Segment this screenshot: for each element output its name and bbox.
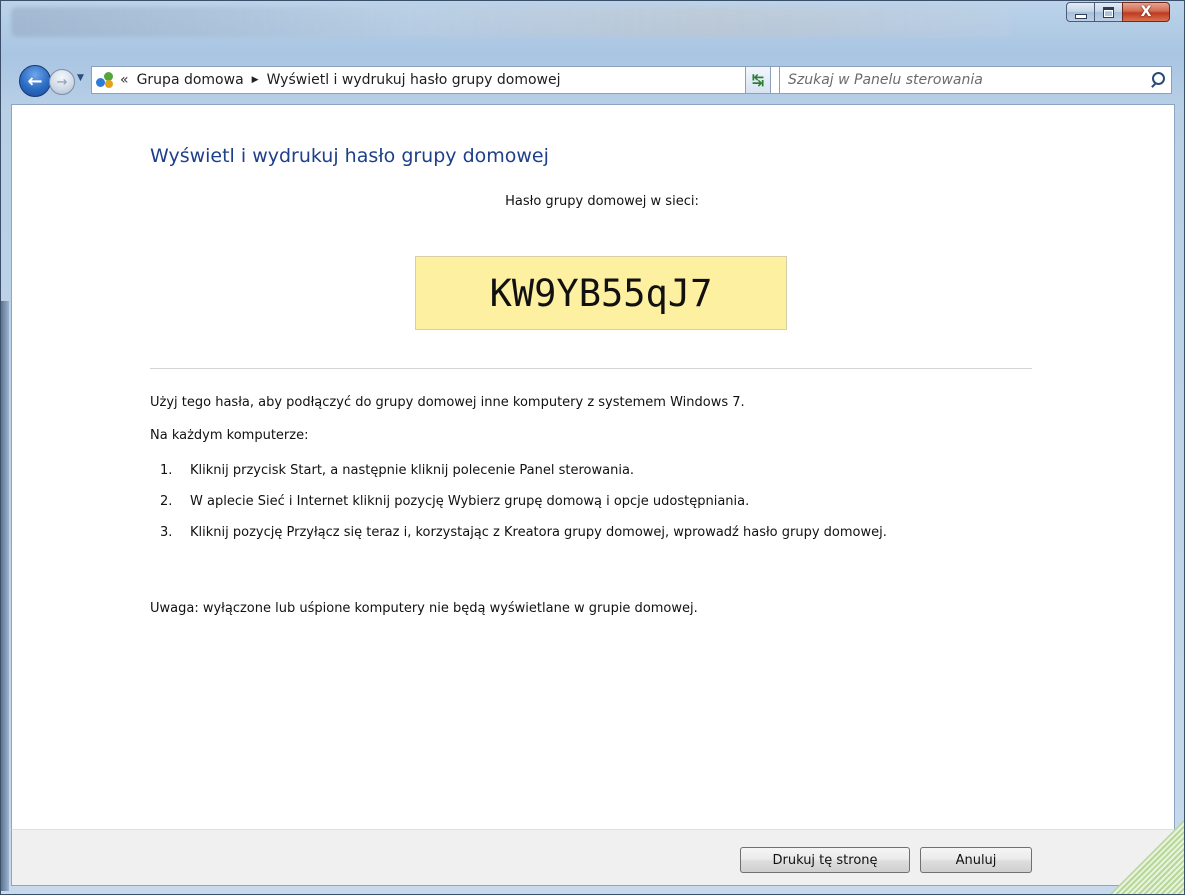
step-text: Kliknij przycisk Start, a następnie klik…	[190, 463, 635, 478]
cancel-button[interactable]: Anuluj	[920, 847, 1032, 873]
list-item: 3. Kliknij pozycję Przyłącz się teraz i,…	[160, 523, 990, 542]
recent-pages-button[interactable]: ▼	[77, 73, 84, 83]
minimize-icon	[1074, 13, 1087, 19]
address-bar[interactable]: « Grupa domowa ▶ Wyświetl i wydrukuj has…	[91, 66, 817, 94]
refresh-button[interactable]: ↹	[745, 66, 771, 94]
breadcrumb-separator-icon[interactable]: ▶	[252, 75, 259, 85]
step-number: 2.	[160, 494, 173, 509]
steps-list: 1. Kliknij przycisk Start, a następnie k…	[160, 461, 990, 554]
back-arrow-icon: ←	[27, 70, 43, 92]
step-number: 1.	[160, 463, 173, 478]
step-number: 3.	[160, 525, 173, 540]
breadcrumb-item-current[interactable]: Wyświetl i wydrukuj hasło grupy domowej	[267, 72, 561, 88]
back-button[interactable]: ←	[19, 65, 51, 97]
footer-bar: Drukuj tę stronę Anuluj	[11, 829, 1175, 886]
search-input[interactable]	[780, 67, 1145, 93]
maximize-button[interactable]	[1094, 2, 1123, 22]
window: X ← → ▼ « Grupa domowa ▶ Wyświetl i wydr…	[0, 0, 1185, 895]
note-text: Uwaga: wyłączone lub uśpione komputery n…	[150, 601, 698, 616]
list-item: 2. W aplecie Sieć i Internet kliknij poz…	[160, 492, 990, 511]
breadcrumb-overflow[interactable]: «	[120, 72, 129, 88]
divider	[150, 368, 1032, 369]
refresh-icon: ↹	[751, 71, 765, 89]
print-page-button[interactable]: Drukuj tę stronę	[740, 847, 910, 873]
page-title: Wyświetl i wydrukuj hasło grupy domowej	[150, 145, 549, 167]
password-value: KW9YB55qJ7	[489, 271, 713, 315]
password-label: Hasło grupy domowej w sieci:	[505, 194, 699, 209]
search-box[interactable]	[779, 66, 1172, 94]
forward-button[interactable]: →	[49, 69, 75, 95]
maximize-icon	[1103, 6, 1114, 18]
content-pane: Wyświetl i wydrukuj hasło grupy domowej …	[11, 104, 1175, 829]
step-text: Kliknij pozycję Przyłącz się teraz i, ko…	[190, 525, 887, 540]
close-icon: X	[1140, 4, 1152, 20]
caption-buttons: X	[1066, 2, 1170, 24]
list-item: 1. Kliknij przycisk Start, a następnie k…	[160, 461, 990, 480]
close-button[interactable]: X	[1122, 2, 1170, 22]
minimize-button[interactable]	[1066, 2, 1095, 22]
chevron-down-icon: ▼	[77, 73, 84, 83]
search-icon[interactable]	[1145, 67, 1171, 93]
breadcrumb-item-homegroup[interactable]: Grupa domowa	[137, 72, 244, 88]
navigation-bar: ← → ▼ « Grupa domowa ▶ Wyświetl i wydruk…	[19, 63, 1172, 99]
step-text: W aplecie Sieć i Internet kliknij pozycj…	[190, 494, 750, 509]
forward-arrow-icon: →	[56, 74, 68, 90]
intro-text: Użyj tego hasła, aby podłączyć do grupy …	[150, 395, 745, 410]
window-edge	[1, 301, 9, 891]
homegroup-icon	[95, 70, 115, 90]
instructions-heading: Na każdym komputerze:	[150, 428, 309, 443]
titlebar	[11, 7, 1011, 37]
password-display: KW9YB55qJ7	[415, 256, 787, 330]
